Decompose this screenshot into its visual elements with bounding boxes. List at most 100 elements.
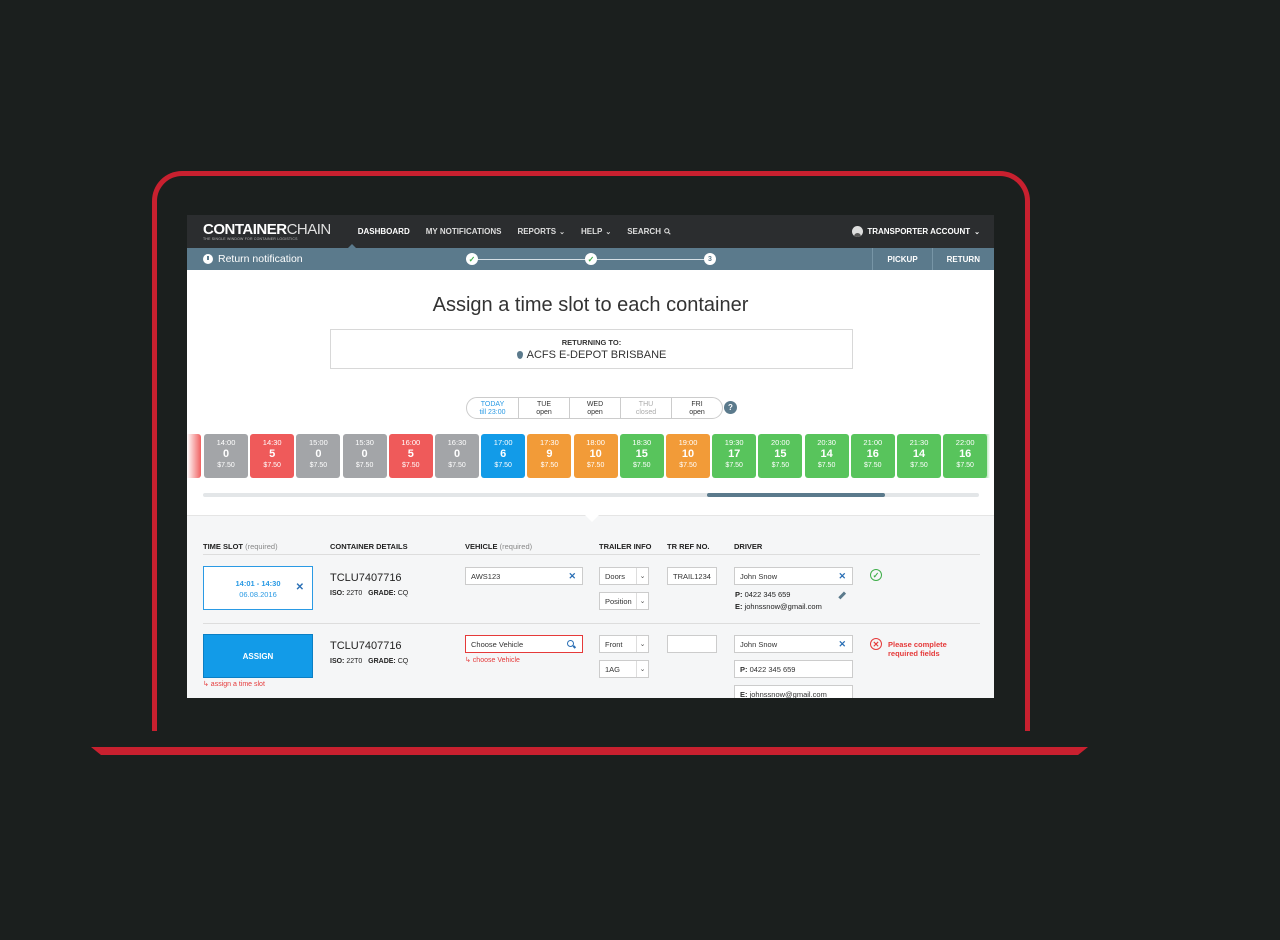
vehicle-search-input[interactable]: Choose Vehicle	[465, 635, 583, 653]
driver-email-input[interactable]: E: johnssnow@gmail.com	[734, 685, 853, 698]
time-slot-2200[interactable]: 22:00 16 $7.50	[943, 434, 988, 478]
slot-price: $7.50	[494, 462, 512, 469]
nav-help[interactable]: HELP ⌄	[581, 227, 611, 236]
day-tab-tue[interactable]: TUE open	[518, 398, 569, 418]
time-slot-1900[interactable]: 19:00 10 $7.50	[666, 434, 710, 478]
nav-search[interactable]: SEARCH	[627, 227, 671, 236]
trailer-door-select[interactable]: Doors ⌄	[599, 567, 649, 585]
user-icon	[852, 226, 864, 237]
slot-count: 14	[820, 448, 833, 460]
slot-price: $7.50	[586, 462, 605, 469]
day-tab-fri[interactable]: FRI open	[671, 398, 722, 418]
time-slot-1600[interactable]: 16:00 5 $7.50	[388, 434, 433, 478]
close-icon[interactable]: ✕	[838, 571, 846, 582]
laptop-base	[91, 747, 1088, 755]
time-slot-1530[interactable]: 15:30 0 $7.50	[342, 434, 387, 478]
time-slot-1930[interactable]: 19:30 17 $7.50	[712, 434, 757, 478]
slot-count: 9	[546, 448, 553, 460]
driver-phone: P: 0422 345 659	[735, 590, 791, 599]
page-title: Return notification	[187, 253, 303, 265]
nav-reports[interactable]: REPORTS ⌄	[517, 227, 565, 236]
return-button[interactable]: RETURN	[931, 248, 994, 270]
clock-icon	[203, 254, 213, 264]
vehicle-input[interactable]: AWS123 ✕	[465, 567, 583, 585]
step-3: 3	[704, 253, 716, 265]
slot-time: 18:00	[586, 438, 605, 447]
location-pin-icon	[516, 351, 523, 359]
slot-time: 14:00	[216, 438, 236, 447]
driver-input[interactable]: John Snow ✕	[734, 567, 853, 585]
time-slot-1800[interactable]: 18:00 10 $7.50	[573, 434, 618, 478]
time-slot-2100[interactable]: 21:00 16 $7.50	[850, 434, 895, 478]
chevron-down-icon: ⌄	[605, 228, 612, 236]
time-slot-1400[interactable]: 14:00 0 $7.50	[204, 434, 248, 478]
slot-count: 10	[589, 448, 602, 460]
progress-stepper: ✓ ✓ 3	[466, 253, 719, 265]
driver-phone-input[interactable]: P: 0422 345 659	[734, 660, 853, 678]
account-menu[interactable]: TRANSPORTER ACCOUNT ⌄	[852, 215, 980, 248]
assign-button[interactable]: ASSIGN	[203, 634, 313, 678]
close-icon[interactable]: ✕	[838, 639, 846, 650]
header-driver: DRIVER	[734, 542, 763, 551]
time-slot-2000[interactable]: 20:00 15 $7.50	[758, 434, 803, 478]
driver-input[interactable]: John Snow ✕	[734, 635, 853, 653]
chevron-down-icon: ⌄	[636, 636, 648, 652]
day-tab-thu: THU closed	[620, 398, 671, 418]
slot-count: 0	[315, 448, 322, 460]
assigned-time-slot[interactable]: 14:01 - 14:30 06.08.2016 ✕	[203, 566, 313, 610]
nav-my-notifications[interactable]: MY NOTIFICATIONS	[426, 227, 502, 236]
scrollbar-thumb[interactable]	[707, 493, 885, 497]
time-slot-2030[interactable]: 20:30 14 $7.50	[804, 434, 849, 478]
search-icon	[664, 228, 671, 235]
day-tab-wed[interactable]: WED open	[569, 398, 620, 418]
time-slot-1700[interactable]: 17:00 6 $7.50	[481, 434, 526, 478]
close-icon[interactable]: ✕	[296, 582, 304, 593]
time-slot-1830[interactable]: 18:30 15 $7.50	[619, 434, 664, 478]
time-slot-1430[interactable]: 14:30 5 $7.50	[250, 434, 295, 478]
day-selector: TODAY till 23:00 TUE open WED open THU close…	[466, 397, 723, 419]
time-slot-1500[interactable]: 15:00 0 $7.50	[296, 434, 341, 478]
containerchain-logo[interactable]: CONTAINERCHAIN THE SINGLE WINDOW FOR CON…	[203, 222, 331, 241]
vehicle-error: ↳ choose Vehicle	[465, 657, 520, 664]
driver-email: E: johnssnow@gmail.com	[735, 602, 822, 611]
container-meta: ISO: 22T0 GRADE: CQ	[330, 590, 409, 597]
trailer-door-select[interactable]: Front ⌄	[599, 635, 649, 653]
tr-ref-input[interactable]: TRAIL1234	[667, 567, 717, 585]
day-tab-today[interactable]: TODAY till 23:00	[467, 398, 518, 418]
slot-count: 5	[269, 448, 276, 460]
container-meta: ISO: 22T0 GRADE: CQ	[330, 658, 409, 665]
slot-count: 16	[866, 448, 879, 460]
chevron-down-icon: ⌄	[636, 661, 648, 677]
top-navbar: CONTAINERCHAIN THE SINGLE WINDOW FOR CON…	[187, 215, 994, 249]
trailer-position-select[interactable]: Position ⌄	[599, 592, 649, 610]
slot-time: 21:00	[863, 438, 883, 447]
close-icon[interactable]: ✕	[568, 571, 576, 582]
edit-icon[interactable]	[838, 591, 846, 599]
slot-time: 17:30	[540, 438, 559, 447]
time-slot-1630[interactable]: 16:30 0 $7.50	[435, 434, 479, 478]
slot-price: $7.50	[956, 462, 974, 469]
search-icon[interactable]	[567, 640, 574, 647]
slot-scrollbar[interactable]	[203, 493, 979, 497]
depot-name: ACFS E-DEPOT BRISBANE	[526, 349, 667, 361]
help-icon[interactable]: ?	[724, 401, 737, 414]
time-slot-1730[interactable]: 17:30 9 $7.50	[527, 434, 572, 478]
step-1-check-icon: ✓	[466, 253, 478, 265]
chevron-down-icon: ⌄	[559, 228, 565, 236]
container-number: TCLU7407716	[330, 640, 402, 652]
slot-count: 16	[959, 448, 972, 460]
slot-price: $7.50	[771, 462, 790, 469]
time-slot-carousel: 14:00 0 $7.50 14:30 5 $7.50 15:00 0 $7.50 15:30 0 $…	[187, 433, 994, 479]
time-slot-2130[interactable]: 21:30 14 $7.50	[897, 434, 941, 478]
slot-time: 15:30	[355, 438, 374, 447]
page-heading: Assign a time slot to each container	[432, 294, 749, 316]
slot-count: 6	[500, 448, 507, 460]
tr-ref-input[interactable]	[667, 635, 717, 653]
slot-time: 21:30	[909, 438, 929, 447]
slot-price: $7.50	[910, 462, 928, 469]
pickup-button[interactable]: PICKUP	[872, 248, 931, 270]
nav-dashboard[interactable]: DASHBOARD	[358, 227, 410, 236]
trailer-position-select[interactable]: 1AG ⌄	[599, 660, 649, 678]
slot-count: 0	[453, 448, 461, 460]
header-container: CONTAINER DETAILS	[330, 542, 408, 551]
